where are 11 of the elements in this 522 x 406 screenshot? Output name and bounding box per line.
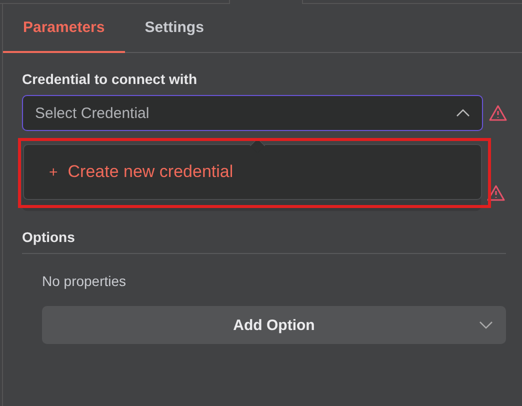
tab[interactable]: Parameters [3,4,125,53]
tab[interactable]: Settings [124,4,224,53]
menu-item[interactable]: + Create new credential [24,162,234,182]
chevron-icon [456,109,470,117]
credential-select[interactable]: Select Credential [22,95,483,131]
field-label: Credential to connect with [22,71,198,89]
chevron-icon [479,321,493,329]
plus-icon: + [49,164,58,180]
empty-text: No properties [42,273,128,289]
add-option-button[interactable]: Add Option [42,306,506,344]
section-heading: Options [22,229,75,245]
